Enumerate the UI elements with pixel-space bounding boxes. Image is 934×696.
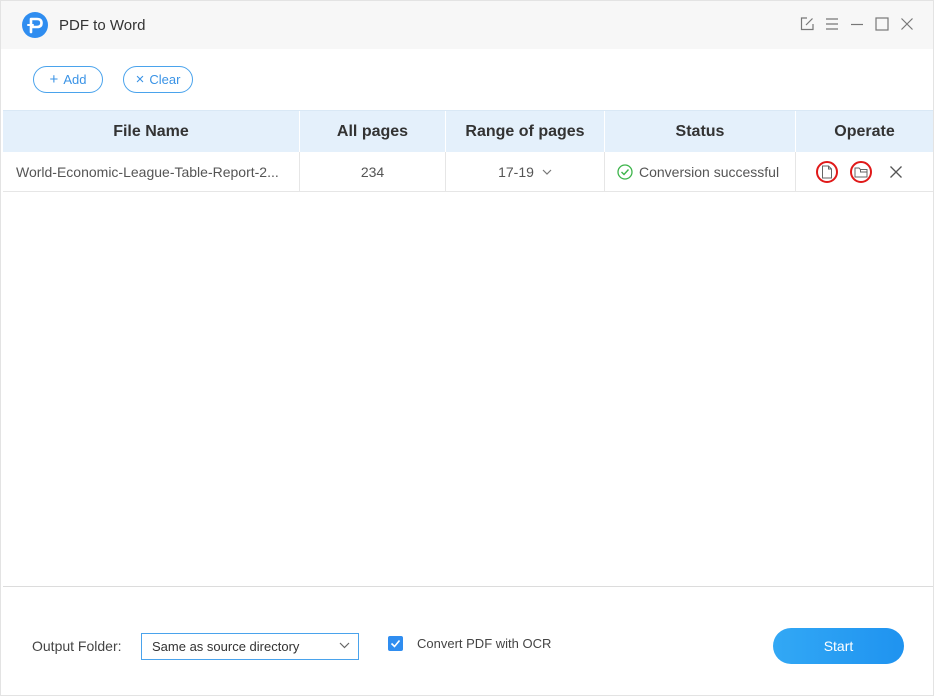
- header-status: Status: [605, 111, 796, 152]
- open-folder-icon[interactable]: [850, 161, 872, 183]
- range-dropdown[interactable]: 17-19: [498, 164, 552, 180]
- table-header: File Name All pages Range of pages Statu…: [3, 111, 933, 152]
- clear-button-label: Clear: [149, 72, 181, 87]
- range-value: 17-19: [498, 164, 534, 180]
- menu-icon[interactable]: [823, 15, 841, 33]
- operate-cell: [796, 152, 933, 192]
- file-table: File Name All pages Range of pages Statu…: [3, 110, 933, 587]
- output-folder-label: Output Folder:: [32, 638, 122, 654]
- clear-button[interactable]: × Clear: [123, 66, 193, 93]
- ocr-checkbox[interactable]: [388, 636, 403, 651]
- checkmark-icon: [390, 639, 401, 648]
- table-row[interactable]: World-Economic-League-Table-Report-2... …: [3, 152, 933, 192]
- ocr-label: Convert PDF with OCR: [417, 636, 552, 651]
- all-pages-cell: 234: [300, 152, 446, 192]
- footer-bar: Output Folder: Same as source directory …: [1, 588, 933, 695]
- remove-file-icon[interactable]: [888, 164, 904, 180]
- start-button[interactable]: Start: [773, 628, 904, 664]
- status-text: Conversion successful: [639, 164, 780, 180]
- close-x-icon: ×: [135, 71, 145, 88]
- header-file-name: File Name: [3, 111, 300, 152]
- toolbar: + Add × Clear: [1, 49, 933, 110]
- app-title: PDF to Word: [59, 17, 146, 34]
- app-window: PDF to Word + Add × Clear File Name All …: [0, 0, 934, 696]
- header-all-pages: All pages: [300, 111, 446, 152]
- success-check-icon: [617, 164, 633, 180]
- minimize-icon[interactable]: [848, 15, 866, 33]
- range-cell: 17-19: [446, 152, 605, 192]
- output-folder-value: Same as source directory: [152, 639, 300, 654]
- chevron-down-icon: [542, 169, 552, 175]
- add-button-label: Add: [63, 72, 87, 87]
- maximize-icon[interactable]: [873, 15, 891, 33]
- plus-icon: +: [49, 71, 59, 88]
- status-cell: Conversion successful: [605, 152, 796, 192]
- header-operate: Operate: [834, 122, 895, 140]
- chevron-down-icon: [339, 642, 350, 649]
- output-folder-select[interactable]: Same as source directory: [141, 633, 359, 660]
- app-logo-icon: [22, 12, 48, 38]
- open-file-icon[interactable]: [816, 161, 838, 183]
- edit-icon[interactable]: [798, 15, 816, 33]
- file-name-cell: World-Economic-League-Table-Report-2...: [3, 152, 300, 192]
- header-range-of-pages: Range of pages: [446, 111, 605, 152]
- close-icon[interactable]: [898, 15, 916, 33]
- title-bar: PDF to Word: [1, 1, 933, 49]
- add-button[interactable]: + Add: [33, 66, 103, 93]
